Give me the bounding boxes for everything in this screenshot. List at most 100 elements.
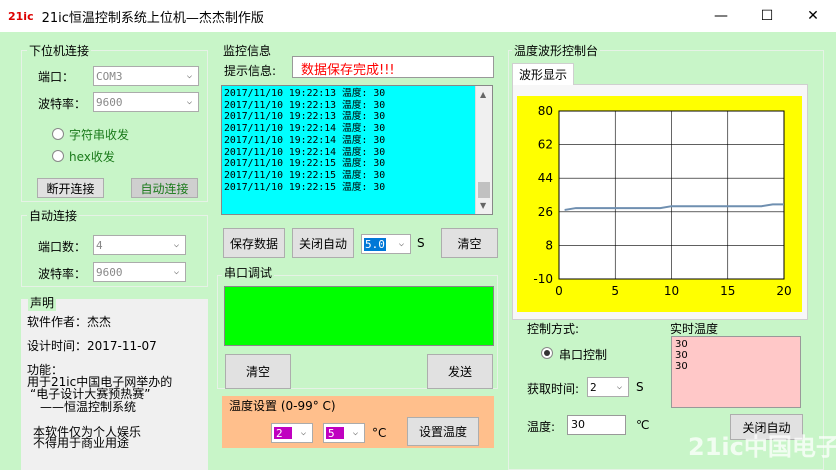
- temp-set-title: 温度设置 (0-99° C): [229, 399, 336, 413]
- log-scrollbar[interactable]: ▲ ▼: [475, 86, 492, 214]
- string-mode-label: 字符串收发: [69, 128, 130, 142]
- auto-connect-button[interactable]: 自动连接: [131, 178, 198, 198]
- send-button[interactable]: 发送: [427, 354, 493, 389]
- app-window: 21ic 21ic恒温控制系统上位机—杰杰制作版 — ☐ ✕ 下位机连接 端口：…: [0, 0, 836, 470]
- serial-debug-title: 串口调试: [222, 264, 275, 281]
- ones-select[interactable]: 5 ⌵: [323, 423, 365, 443]
- hex-mode-label: hex收发: [69, 150, 115, 164]
- realtime-temp-value: 30: [675, 361, 688, 372]
- chevron-down-icon: ⌵: [398, 239, 405, 249]
- function-line-3: ——恒温控制系统: [40, 400, 137, 414]
- window-title: 21ic恒温控制系统上位机—杰杰制作版: [41, 10, 264, 26]
- realtime-temp-value: 30: [675, 350, 688, 361]
- scroll-down-icon[interactable]: ▼: [480, 201, 486, 210]
- log-line: 2017/11/10 19:22:15 温度: 30: [224, 181, 386, 193]
- design-time-text: 设计时间：2017-11-07: [27, 339, 157, 353]
- scroll-thumb[interactable]: [478, 182, 490, 198]
- x-tick-label: 0: [555, 284, 563, 298]
- log-line: 2017/11/10 19:22:14 温度: 30: [224, 123, 386, 135]
- hint-label: 提示信息:: [224, 64, 277, 78]
- temperature-label: 温度:: [527, 420, 556, 434]
- temperature-unit: ℃: [636, 418, 650, 432]
- port-count-select[interactable]: 4 ⌵: [93, 235, 186, 255]
- note-line-2: 不得用于商业用途: [33, 436, 130, 450]
- x-tick-label: 10: [664, 284, 679, 298]
- chevron-down-icon: ⌵: [173, 267, 180, 277]
- chevron-down-icon: ⌵: [616, 382, 623, 392]
- chevron-down-icon: ⌵: [186, 97, 193, 107]
- maximize-icon: ☐: [760, 8, 774, 24]
- realtime-temp-label: 实时温度: [670, 322, 719, 336]
- debug-clear-button[interactable]: 清空: [225, 354, 291, 389]
- fetch-time-unit: S: [636, 380, 644, 394]
- baud-label: 波特率：: [38, 97, 87, 111]
- interval-unit: S: [417, 236, 425, 250]
- minimize-button[interactable]: —: [698, 0, 744, 32]
- x-tick-label: 5: [611, 284, 619, 298]
- string-mode-radio[interactable]: [52, 128, 64, 140]
- y-tick-label: -10: [533, 272, 553, 286]
- close-button[interactable]: ✕: [790, 0, 836, 32]
- serial-control-radio[interactable]: [541, 347, 553, 359]
- chevron-down-icon: ⌵: [352, 428, 359, 438]
- debug-textbox[interactable]: [224, 286, 494, 346]
- app-logo: 21ic: [8, 9, 34, 23]
- temperature-chart: 0 5 10 15 20 -10 8 26 44 62 80: [533, 104, 791, 298]
- log-line: 2017/11/10 19:22:15 温度: 30: [224, 158, 386, 170]
- log-line: 2017/11/10 19:22:14 温度: 30: [224, 134, 386, 146]
- auto-group-title: 自动连接: [27, 207, 80, 224]
- baud-select[interactable]: 9600 ⌵: [93, 92, 199, 112]
- auto-baud-select[interactable]: 9600 ⌵: [93, 262, 186, 282]
- x-tick-label: 15: [720, 284, 735, 298]
- port-count-label: 端口数：: [38, 240, 87, 254]
- monitor-clear-button[interactable]: 清空: [441, 228, 498, 258]
- save-data-button[interactable]: 保存数据: [223, 228, 285, 258]
- log-line: 2017/11/10 19:22:15 温度: 30: [224, 169, 386, 181]
- author-text: 软件作者：杰杰: [27, 315, 112, 329]
- fetch-time-select[interactable]: 2 ⌵: [587, 377, 629, 397]
- port-label: 端口：: [38, 70, 75, 84]
- chevron-down-icon: ⌵: [300, 428, 307, 438]
- log-textbox[interactable]: 2017/11/10 19:22:13 温度: 30 2017/11/10 19:…: [221, 85, 493, 215]
- title-bar[interactable]: 21ic 21ic恒温控制系统上位机—杰杰制作版 — ☐ ✕: [0, 0, 836, 32]
- fetch-time-label: 获取时间:: [527, 382, 580, 396]
- scroll-up-icon[interactable]: ▲: [480, 90, 486, 99]
- y-tick-label: 26: [538, 205, 553, 219]
- realtime-temp-box[interactable]: 30 30 30: [671, 336, 801, 408]
- wave-group-title: 温度波形控制台: [512, 42, 601, 59]
- temperature-input[interactable]: 30: [567, 415, 626, 435]
- auto-baud-label: 波特率：: [38, 267, 87, 281]
- control-mode-label: 控制方式:: [527, 322, 580, 336]
- log-line: 2017/11/10 19:22:13 温度: 30: [224, 88, 386, 99]
- monitor-title: 监控信息: [223, 44, 272, 58]
- set-temp-button[interactable]: 设置温度: [407, 417, 479, 446]
- log-line: 2017/11/10 19:22:13 温度: 30: [224, 99, 386, 111]
- watermark: 21ic中国电子网: [688, 433, 836, 461]
- tens-select[interactable]: 2 ⌵: [271, 423, 313, 443]
- minimize-icon: —: [714, 8, 728, 24]
- y-tick-label: 8: [545, 238, 553, 252]
- log-line: 2017/11/10 19:22:14 温度: 30: [224, 146, 386, 158]
- port-select[interactable]: COM3 ⌵: [93, 66, 199, 86]
- hex-mode-radio[interactable]: [52, 150, 64, 162]
- log-line: 2017/11/10 19:22:13 温度: 30: [224, 111, 386, 123]
- statement-title: 声明: [28, 294, 57, 311]
- chevron-down-icon: ⌵: [173, 240, 180, 250]
- close-icon: ✕: [807, 8, 819, 24]
- serial-control-label: 串口控制: [559, 348, 608, 362]
- stop-auto-button[interactable]: 关闭自动: [292, 228, 354, 258]
- realtime-temp-value: 30: [675, 339, 688, 350]
- disconnect-button[interactable]: 断开连接: [37, 178, 104, 198]
- chart-area: 0 5 10 15 20 -10 8 26 44 62 80: [517, 96, 802, 312]
- y-tick-label: 44: [538, 171, 553, 185]
- y-tick-label: 80: [538, 104, 553, 118]
- serial-group-title: 下位机连接: [27, 42, 92, 59]
- interval-select[interactable]: 5.0 ⌵: [361, 234, 411, 254]
- hint-textbox[interactable]: 数据保存完成!!!: [292, 56, 494, 78]
- maximize-button[interactable]: ☐: [744, 0, 790, 32]
- temp-set-unit: °C: [372, 426, 387, 440]
- tab-waveform[interactable]: 波形显示: [512, 63, 574, 85]
- y-tick-label: 62: [538, 138, 553, 152]
- x-tick-label: 20: [776, 284, 791, 298]
- chevron-down-icon: ⌵: [186, 71, 193, 81]
